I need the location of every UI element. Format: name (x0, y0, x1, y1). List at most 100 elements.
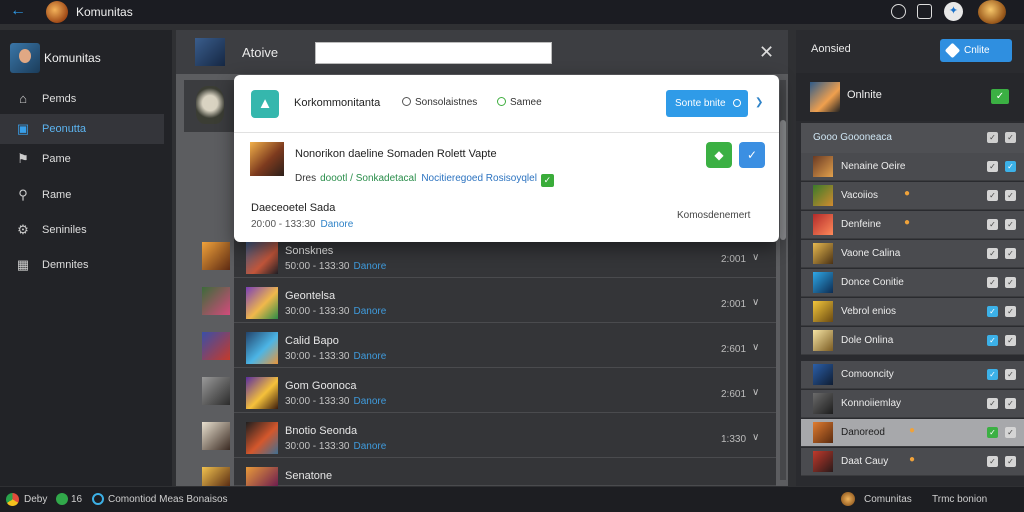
chevron-down-icon[interactable]: ∨ (752, 432, 759, 443)
sidebar-item-pame[interactable]: ⚑ Pame (0, 144, 164, 174)
scrollbar-thumb[interactable] (780, 120, 786, 240)
list-item[interactable]: Dole Onlina ✓ ✓ (801, 327, 1024, 355)
checkbox-icon[interactable]: ✓ (1005, 335, 1016, 346)
checkbox-icon[interactable]: ✓ (1005, 369, 1016, 380)
item-label: Dole Onlina (841, 335, 894, 346)
checkbox-icon[interactable]: ✓ (987, 306, 998, 317)
sidebar-item-rame[interactable]: ⚲ Rame (0, 180, 164, 210)
close-icon[interactable]: ✕ (759, 43, 774, 61)
chevron-right-icon[interactable]: ❯ (755, 97, 763, 108)
user-avatar[interactable] (978, 0, 1006, 24)
right-panel-section-header[interactable]: Gooo Goooneaca ✓ ✓ (801, 123, 1024, 153)
section-right-label: Komosdenemert (677, 210, 751, 221)
option-label: Samee (510, 97, 542, 108)
section-link[interactable]: Danore (321, 219, 354, 230)
checkbox-icon[interactable]: ✓ (1005, 277, 1016, 288)
checkbox-icon[interactable]: ✓ (987, 132, 998, 143)
list-item[interactable]: Vacoiios ● ✓ ✓ (801, 182, 1024, 210)
checkbox-icon[interactable]: ✓ (987, 277, 998, 288)
checkbox-icon[interactable]: ✓ (987, 219, 998, 230)
checkbox-icon[interactable]: ✓ (987, 398, 998, 409)
row-link[interactable]: Danore (354, 441, 387, 452)
sidebar-item-demnites[interactable]: ▦ Demnites (0, 250, 164, 280)
list-item[interactable]: Danoreod ● ✓ ✓ (801, 419, 1024, 447)
checkbox-icon[interactable]: ✓ (987, 369, 998, 380)
right-panel-header-item[interactable]: Onlnite ✓ (796, 73, 1024, 121)
user-avatar-small[interactable] (841, 492, 855, 506)
list-item[interactable]: Vebrol enios ✓ ✓ (801, 298, 1024, 326)
sidebar-header[interactable]: Komunitas (0, 42, 172, 76)
accept-button[interactable]: ◆ (706, 142, 732, 168)
checkbox-icon[interactable]: ✓ (1005, 456, 1016, 467)
list-item[interactable]: Vaone Calina ✓ ✓ (801, 240, 1024, 268)
checkbox-icon[interactable]: ✓ (987, 190, 998, 201)
list-item[interactable]: Daat Cauy ● ✓ ✓ (801, 448, 1024, 476)
checkbox-icon[interactable]: ✓ (987, 456, 998, 467)
window-icon[interactable] (917, 4, 932, 19)
chevron-down-icon[interactable]: ∨ (752, 342, 759, 353)
checkbox-icon[interactable]: ✓ (1005, 248, 1016, 259)
list-item[interactable]: Comooncity ✓ ✓ (801, 361, 1024, 389)
online-button[interactable]: Cnlite (940, 39, 1012, 62)
chevron-down-icon[interactable]: ∨ (752, 252, 759, 263)
row-art (246, 467, 278, 486)
chevron-down-icon[interactable]: ∨ (752, 297, 759, 308)
item-art (813, 451, 833, 472)
item-sub-link-green[interactable]: doootl / Sonkadetacal (320, 173, 416, 184)
circle-icon (733, 99, 741, 107)
checkbox-icon[interactable]: ✓ (1005, 190, 1016, 201)
item-label: Vacoiios (841, 190, 879, 201)
shield-button[interactable]: ✓ (739, 142, 765, 168)
checkbox-icon[interactable]: ✓ (1005, 427, 1016, 438)
checkbox-icon[interactable]: ✓ (987, 248, 998, 259)
primary-action-button[interactable]: Sonte bnite (666, 90, 748, 117)
list-item[interactable]: Bnotio Seonda 30:00 - 133:30 Danore 1:330… (202, 413, 776, 458)
row-link[interactable]: Danore (354, 261, 387, 272)
list-item[interactable]: Calid Bapo 30:00 - 133:30 Danore 2:601 ∨ (202, 323, 776, 368)
checkbox-icon[interactable]: ✓ (987, 427, 998, 438)
checkbox-icon[interactable]: ✓ (1005, 132, 1016, 143)
clock-icon[interactable] (891, 4, 906, 19)
featured-card[interactable] (184, 80, 236, 132)
sidebar-item-seniniles[interactable]: ⚙ Seniniles (0, 215, 164, 245)
row-time: 1:330 (721, 434, 747, 445)
checkbox-icon[interactable]: ✓ (1005, 306, 1016, 317)
list-item[interactable]: Donce Conitie ✓ ✓ (801, 269, 1024, 297)
browser-icon[interactable] (6, 493, 19, 506)
scrollbar[interactable] (780, 80, 786, 480)
list-item[interactable]: Nenaine Oeire ✓ ✓ (801, 153, 1024, 181)
community-icon: ▣ (16, 121, 30, 136)
row-art (246, 422, 278, 454)
row-link[interactable]: Danore (354, 396, 387, 407)
checkbox-icon[interactable]: ✓ (1005, 398, 1016, 409)
search-input[interactable] (315, 42, 552, 64)
trophy-icon: ⚑ (17, 151, 29, 166)
option-radio-1[interactable]: Sonsolaistnes (402, 97, 477, 108)
sync-icon[interactable] (92, 493, 104, 505)
sidebar-item-label: Seniniles (42, 224, 87, 236)
row-link[interactable]: Danore (354, 351, 387, 362)
sidebar-item-peonutta[interactable]: ▣ Peonutta (0, 114, 164, 144)
row-mini-art (202, 287, 230, 315)
check-icon[interactable]: ✓ (991, 89, 1009, 104)
option-radio-2[interactable]: Samee (497, 97, 542, 108)
row-link[interactable]: Danore (354, 306, 387, 317)
notification-badge-icon[interactable]: ✦ (944, 2, 963, 21)
sidebar-item-pemds[interactable]: ⌂ Pemds (0, 84, 164, 114)
checkbox-icon[interactable]: ✓ (1005, 161, 1016, 172)
item-art (813, 422, 833, 443)
list-item[interactable]: Konnoiiemlay ✓ ✓ (801, 390, 1024, 418)
list-item[interactable]: Denfeine ● ✓ ✓ (801, 211, 1024, 239)
row-mini-art (202, 467, 230, 486)
checkbox-icon[interactable]: ✓ (1005, 219, 1016, 230)
list-item[interactable]: Gom Goonoca 30:00 - 133:30 Danore 2:601 ∨ (202, 368, 776, 413)
list-item[interactable]: Geontelsa 30:00 - 133:30 Danore 2:001 ∨ (202, 278, 776, 323)
chevron-down-icon[interactable]: ∨ (752, 387, 759, 398)
back-arrow-icon[interactable]: ← (10, 3, 26, 19)
item-sub-link-blue[interactable]: Nocitieregoed Rosisoyqlel (421, 173, 537, 184)
checkbox-icon[interactable]: ✓ (987, 335, 998, 346)
row-title: Sonsknes (285, 245, 334, 257)
header-item-label: Onlnite (847, 89, 882, 101)
list-item[interactable]: Senatone (202, 458, 776, 486)
checkbox-icon[interactable]: ✓ (987, 161, 998, 172)
